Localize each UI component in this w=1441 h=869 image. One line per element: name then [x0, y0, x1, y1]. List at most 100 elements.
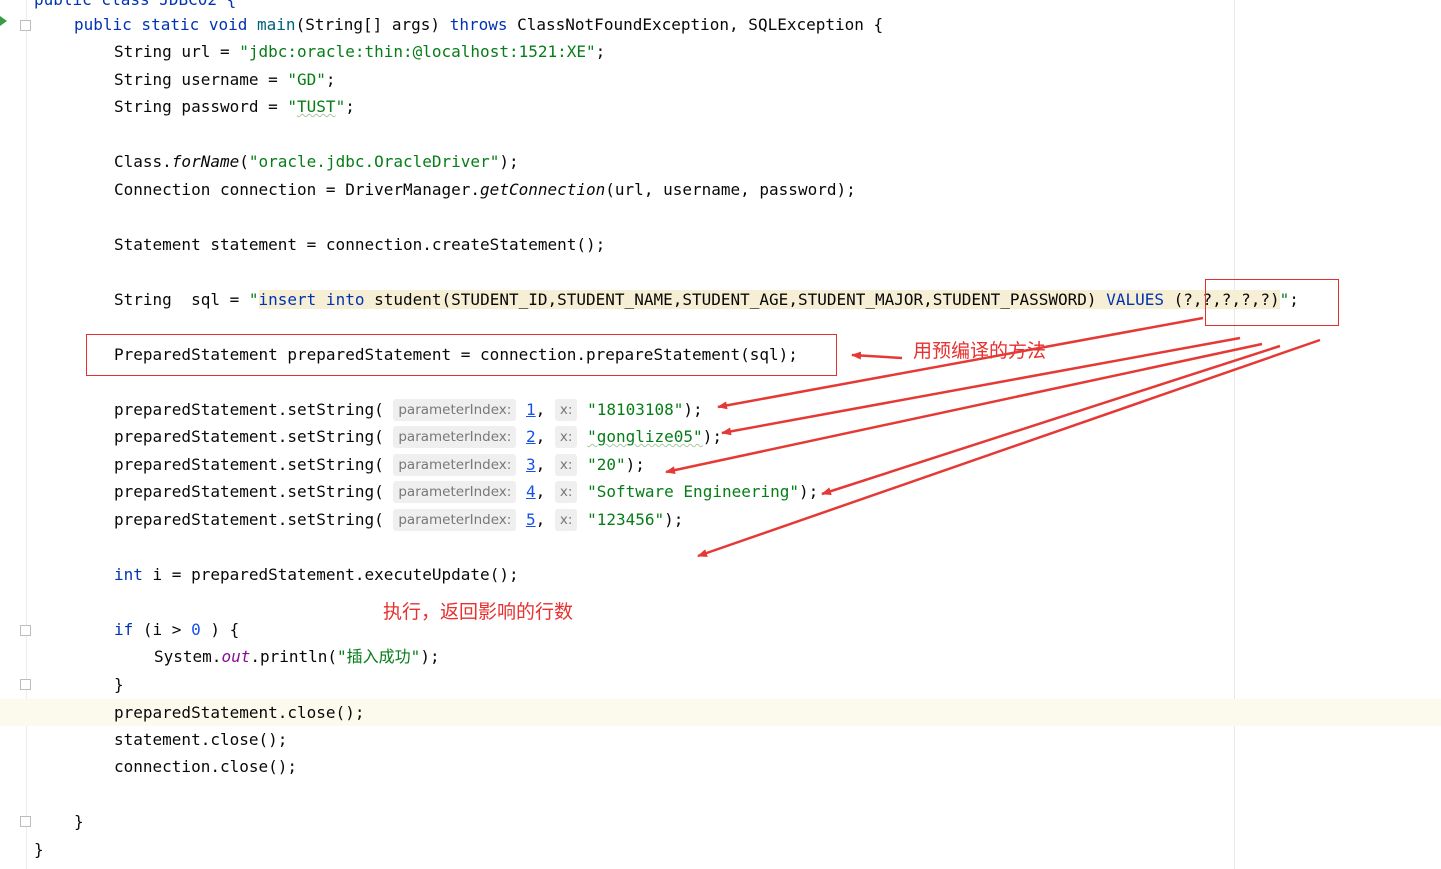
code-line: preparedStatement.setString( parameterIn…	[114, 396, 703, 423]
method-name: getConnection	[480, 180, 606, 199]
parameter-index[interactable]: 2	[526, 427, 536, 446]
code-line: preparedStatement.setString( parameterIn…	[114, 478, 818, 505]
code-text: (	[239, 152, 249, 171]
code-text: ,	[535, 455, 546, 474]
code-line: preparedStatement.setString( parameterIn…	[114, 423, 722, 450]
parameter-hint: x:	[554, 426, 578, 448]
closing-brace: }	[34, 840, 44, 859]
code-text: ,	[535, 510, 546, 529]
string-literal: "jdbc:oracle:thin:@localhost:1521:XE"	[239, 42, 596, 61]
code-text: );	[420, 647, 440, 666]
code-line: if (i > 0 ) {	[114, 616, 239, 643]
string-literal: "	[248, 290, 259, 309]
code-text: );	[499, 152, 519, 171]
code-text: Class.	[114, 152, 172, 171]
code-text: );	[702, 427, 722, 446]
code-line: preparedStatement.close();	[114, 699, 364, 726]
number-literal: 0	[191, 620, 201, 639]
code-text: System.	[154, 647, 222, 666]
code-text: ,	[535, 427, 546, 446]
code-text: preparedStatement.setString(	[114, 455, 384, 474]
parameter-index[interactable]: 5	[526, 510, 536, 529]
code-text: preparedStatement.setString(	[114, 400, 384, 419]
code-line: String password = "TUST";	[114, 93, 355, 120]
code-line: }	[34, 836, 44, 863]
closing-brace: }	[114, 675, 124, 694]
parameter-hint: x:	[554, 454, 578, 476]
code-line: connection.close();	[114, 753, 297, 780]
code-text: statement.close();	[114, 730, 288, 749]
parameter-hint: parameterIndex:	[393, 454, 517, 476]
code-text: i = preparedStatement.executeUpdate();	[142, 565, 519, 584]
code-line: }	[74, 808, 84, 835]
code-text: ClassNotFoundException, SQLException {	[507, 15, 884, 34]
parameter-index[interactable]: 3	[526, 455, 536, 474]
parameter-hint: parameterIndex:	[393, 426, 517, 448]
keyword: if	[114, 620, 134, 639]
code-text: connection.close();	[114, 757, 298, 776]
string-literal: "	[335, 97, 346, 116]
code-text: String sql =	[114, 290, 249, 309]
code-line: statement.close();	[114, 726, 287, 753]
string-literal: "插入成功"	[337, 647, 421, 666]
code-text: );	[664, 510, 684, 529]
sql-keyword: VALUES	[1106, 290, 1164, 309]
code-text: ;	[345, 97, 355, 116]
string-literal: "GD"	[287, 70, 326, 89]
code-text: ,	[535, 482, 546, 501]
code-line: int i = preparedStatement.executeUpdate(…	[114, 561, 519, 588]
annotation-execute: 执行，返回影响的行数	[383, 601, 574, 623]
code-line: public static void main(String[] args) t…	[74, 11, 883, 38]
code-text: preparedStatement.setString(	[114, 482, 384, 501]
code-text: ;	[325, 70, 336, 89]
string-literal: "18103108"	[587, 400, 684, 419]
prepare-statement-highlight-box	[86, 334, 837, 376]
string-literal: TUST	[297, 97, 336, 116]
code-text: ;	[595, 42, 606, 61]
placeholder-highlight-box	[1205, 279, 1339, 326]
code-text: preparedStatement.setString(	[114, 427, 384, 446]
parameter-hint: x:	[554, 509, 578, 531]
closing-brace: }	[74, 812, 84, 831]
parameter-hint: parameterIndex:	[393, 481, 517, 503]
code-line: preparedStatement.setString( parameterIn…	[114, 506, 683, 533]
code-line: String url = "jdbc:oracle:thin:@localhos…	[114, 38, 605, 65]
parameter-index[interactable]: 4	[526, 482, 536, 501]
keyword: public static void	[74, 15, 258, 34]
class-declaration: public class JDBC02 {	[34, 0, 236, 9]
code-line: preparedStatement.setString( parameterIn…	[114, 451, 645, 478]
code-line: String username = "GD";	[114, 66, 336, 93]
code-line: Statement statement = connection.createS…	[114, 231, 605, 258]
code-text: String username =	[114, 70, 288, 89]
code-text: (i >	[133, 620, 192, 639]
string-literal: "gonglize05"	[587, 427, 703, 446]
code-line: Connection connection = DriverManager.ge…	[114, 176, 856, 203]
code-text: );	[799, 482, 819, 501]
code-text: (String[] args)	[295, 15, 450, 34]
code-text: );	[683, 400, 703, 419]
method-name: forName	[171, 152, 240, 171]
code-editor[interactable]: public class JDBC02 { public static void…	[0, 0, 1441, 869]
string-literal: "123456"	[587, 510, 665, 529]
parameter-hint: parameterIndex:	[393, 509, 517, 531]
string-literal: "	[287, 97, 298, 116]
code-line: System.out.println("插入成功");	[154, 643, 440, 670]
parameter-hint: x:	[554, 481, 578, 503]
string-literal: "oracle.jdbc.OracleDriver"	[248, 152, 500, 171]
code-text: .println(	[250, 647, 338, 666]
sql-keyword: insert into	[258, 290, 365, 309]
parameter-index[interactable]: 1	[526, 400, 536, 419]
method-name: main	[257, 15, 296, 34]
keyword: int	[114, 565, 143, 584]
code-text: (url, username, password);	[605, 180, 856, 199]
code-text: String password =	[114, 97, 288, 116]
static-field: out	[221, 647, 251, 666]
code-text: preparedStatement.setString(	[114, 510, 384, 529]
annotation-precompile: 用预编译的方法	[913, 340, 1047, 362]
keyword: throws	[449, 15, 508, 34]
code-text: Statement statement = connection.createS…	[114, 235, 606, 254]
string-literal: "Software Engineering"	[587, 482, 800, 501]
code-text: ,	[535, 400, 546, 419]
parameter-hint: parameterIndex:	[393, 399, 517, 421]
parameter-hint: x:	[554, 399, 578, 421]
